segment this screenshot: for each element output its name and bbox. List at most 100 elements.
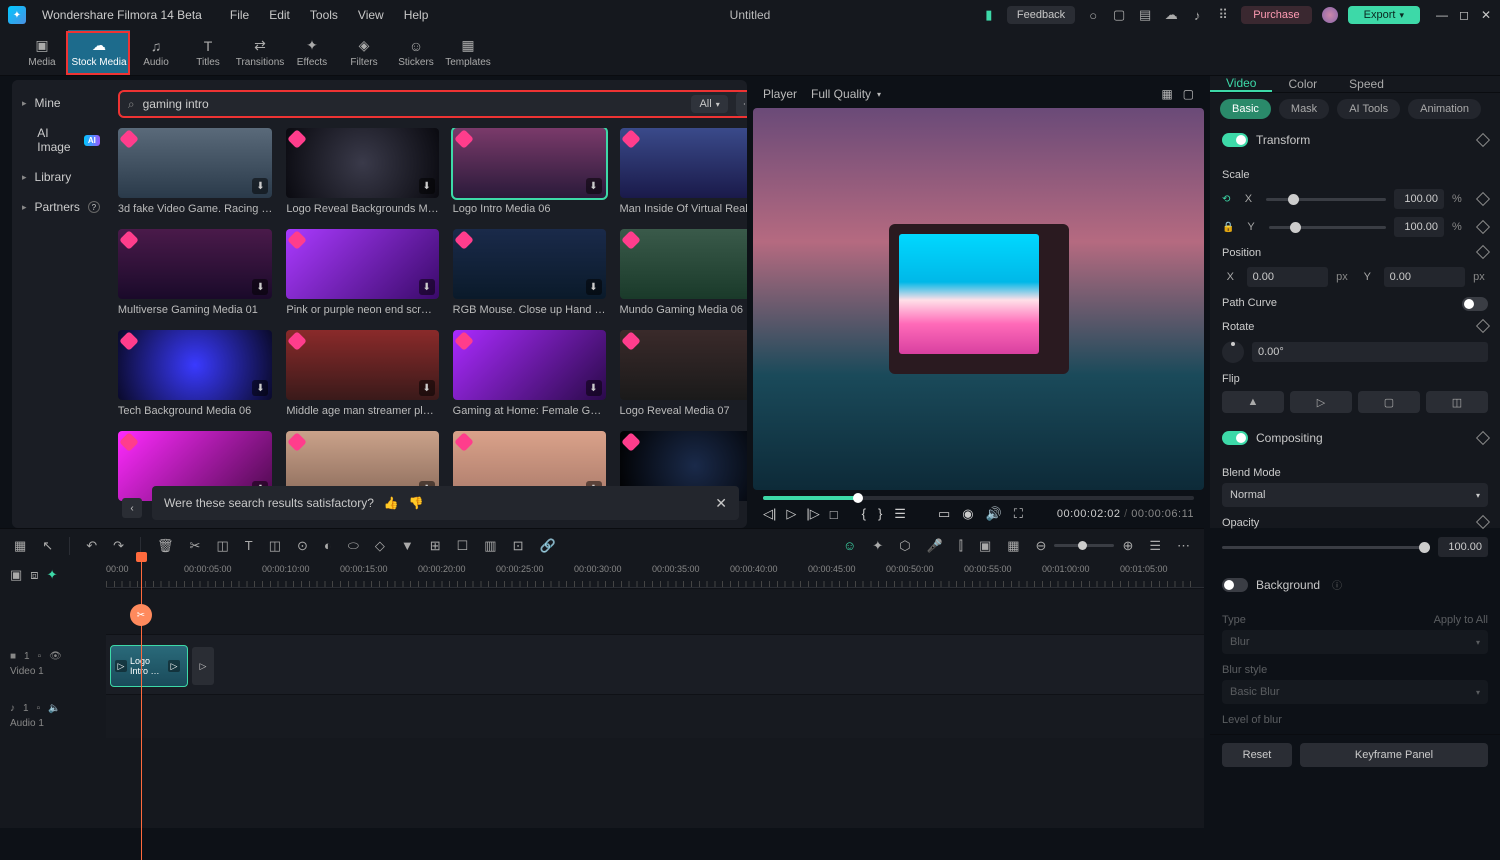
keyframe-icon[interactable] — [1476, 431, 1490, 445]
ruler[interactable]: 00:0000:00:05:0000:00:10:0000:00:15:0000… — [106, 562, 1204, 588]
flip-v-button[interactable]: ▷ — [1290, 391, 1352, 413]
cut-icon[interactable]: ✂ — [190, 538, 201, 554]
keyframe-icon[interactable]: ◇ — [375, 538, 385, 554]
keyframe-icon[interactable] — [1476, 319, 1490, 333]
download-icon[interactable]: ⬇ — [586, 178, 602, 194]
media-card[interactable]: ⬇Logo Reveal Backgrounds M… — [286, 128, 438, 215]
preview[interactable] — [753, 108, 1204, 490]
tab-titles[interactable]: TTitles — [182, 30, 234, 75]
mute-icon[interactable]: 🔈 — [48, 703, 60, 714]
download-icon[interactable]: ⬇ — [252, 380, 268, 396]
fit-button[interactable]: ▢ — [1358, 391, 1420, 413]
text-icon[interactable]: T — [245, 538, 253, 553]
snapshot-icon[interactable]: ▢ — [1183, 87, 1194, 101]
prop-tab-color[interactable]: Color — [1272, 76, 1333, 92]
keyframe-icon[interactable] — [1476, 515, 1490, 529]
purchase-button[interactable]: Purchase — [1241, 6, 1311, 24]
scrubber[interactable] — [763, 496, 1194, 500]
transform-toggle[interactable] — [1222, 133, 1248, 147]
export-button[interactable]: Export — [1348, 6, 1420, 24]
background-toggle[interactable] — [1222, 578, 1248, 592]
menu-edit[interactable]: Edit — [269, 8, 290, 22]
media-card[interactable]: ⬇Tech Background Media 06 — [118, 330, 273, 417]
media-card[interactable]: ⬇Logo Intro Media 06 — [453, 128, 606, 215]
stop-icon[interactable]: □ — [830, 507, 838, 522]
media-card[interactable]: ⬇3d fake Video Game. Racing … — [118, 128, 273, 215]
prop-tab-speed[interactable]: Speed — [1333, 76, 1400, 92]
mic-icon[interactable]: 🎤 — [927, 538, 943, 554]
tab-effects[interactable]: ✦Effects — [286, 30, 338, 75]
download-icon[interactable]: ⬇ — [419, 380, 435, 396]
scale-x-slider[interactable] — [1266, 198, 1386, 201]
playhead[interactable]: ✂ — [141, 556, 142, 860]
menu-tools[interactable]: Tools — [310, 8, 338, 22]
media-card[interactable]: ⬇Logo Reveal Media 07 — [620, 330, 748, 417]
zoom-in-icon[interactable]: ⊕ — [1122, 538, 1133, 554]
track-icon[interactable]: ⊞ — [430, 538, 441, 554]
download-icon[interactable]: ⬇ — [252, 279, 268, 295]
scale-x-value[interactable]: 100.00 — [1394, 189, 1444, 209]
settings-icon[interactable]: ⋯ — [1177, 538, 1190, 554]
menu-file[interactable]: File — [230, 8, 249, 22]
color-icon[interactable]: ◐ — [324, 538, 332, 553]
keyframe-icon[interactable] — [1476, 245, 1490, 259]
save-icon[interactable]: ▤ — [1137, 7, 1153, 23]
lock-icon[interactable]: ▫ — [37, 703, 41, 714]
render-icon[interactable]: ▦ — [1007, 538, 1019, 554]
scale-y-value[interactable]: 100.00 — [1394, 217, 1444, 237]
fullscreen-icon[interactable]: ⛶ — [1014, 506, 1023, 522]
speed-icon[interactable]: ⊙ — [297, 538, 308, 554]
info-icon[interactable]: ⓘ — [1332, 577, 1342, 592]
audio-track[interactable] — [106, 694, 1204, 738]
note-icon[interactable]: ♪ — [10, 703, 15, 714]
list-icon[interactable]: ☰ — [894, 506, 906, 522]
media-card[interactable]: ⬇Pink or purple neon end scr… — [286, 229, 438, 316]
list-view-icon[interactable]: ☰ — [1149, 538, 1161, 554]
undo-icon[interactable]: ↶ — [86, 538, 97, 554]
mark-in-icon[interactable]: { — [862, 506, 866, 522]
mute-icon[interactable]: 👁 — [49, 651, 62, 662]
cloud-icon[interactable]: ☁ — [1163, 7, 1179, 23]
sidebar-item-ai-image[interactable]: AI ImageAI — [12, 118, 110, 162]
tab-filters[interactable]: ◈Filters — [338, 30, 390, 75]
media-card[interactable]: ⬇Mundo Gaming Media 06 — [620, 229, 748, 316]
window-icon[interactable]: ▢ — [1111, 7, 1127, 23]
tab-stickers[interactable]: ☺Stickers — [390, 30, 442, 75]
tab-stock-media[interactable]: ☁Stock Media — [68, 30, 130, 75]
bg-style-dropdown[interactable]: Basic Blur▾ — [1222, 680, 1488, 704]
compositing-toggle[interactable] — [1222, 431, 1248, 445]
cam-icon[interactable]: ■ — [10, 651, 16, 662]
subtab-animation[interactable]: Animation — [1408, 99, 1481, 119]
pathcurve-toggle[interactable] — [1462, 297, 1488, 311]
cursor-icon[interactable]: ↖ — [42, 538, 53, 554]
subtab-mask[interactable]: Mask — [1279, 99, 1329, 119]
media-card[interactable]: ⬇Multiverse Gaming Media 01 — [118, 229, 273, 316]
bg-type-dropdown[interactable]: Blur▾ — [1222, 630, 1488, 654]
download-icon[interactable]: ⬇ — [586, 380, 602, 396]
scale-y-slider[interactable] — [1269, 226, 1386, 229]
opacity-slider[interactable] — [1222, 546, 1430, 549]
search-filter[interactable]: All▾ — [691, 95, 727, 113]
help-icon[interactable]: ? — [88, 201, 100, 213]
lock-icon[interactable]: 🔒 — [1222, 222, 1233, 233]
download-icon[interactable]: ⬇ — [252, 178, 268, 194]
delete-icon[interactable]: 🗑 — [157, 538, 174, 554]
prop-tab-video[interactable]: Video — [1210, 76, 1272, 92]
headphone-icon[interactable]: ♪ — [1189, 7, 1205, 23]
tab-audio[interactable]: ♫Audio — [130, 30, 182, 75]
redo-icon[interactable]: ↷ — [113, 538, 124, 554]
tab-transitions[interactable]: ⇄Transitions — [234, 30, 286, 75]
mask-icon[interactable]: ⬭ — [348, 538, 359, 554]
media-card[interactable]: ⬇Middle age man streamer pl… — [286, 330, 438, 417]
shield-icon[interactable]: ⬡ — [899, 538, 910, 554]
menu-help[interactable]: Help — [404, 8, 429, 22]
mark-out-icon[interactable]: } — [878, 506, 882, 522]
marker-icon[interactable]: ▼ — [401, 538, 414, 553]
quality-dropdown[interactable]: Full Quality▾ — [811, 87, 881, 101]
split-icon[interactable]: ⊡ — [513, 538, 524, 554]
link-icon[interactable]: ⟲ — [1222, 194, 1230, 205]
pos-y-input[interactable]: 0.00 — [1384, 267, 1466, 287]
feedback-button[interactable]: Feedback — [1007, 6, 1075, 24]
search-more[interactable]: ⋯ — [736, 92, 747, 116]
align-icon[interactable]: ▥ — [484, 538, 496, 554]
